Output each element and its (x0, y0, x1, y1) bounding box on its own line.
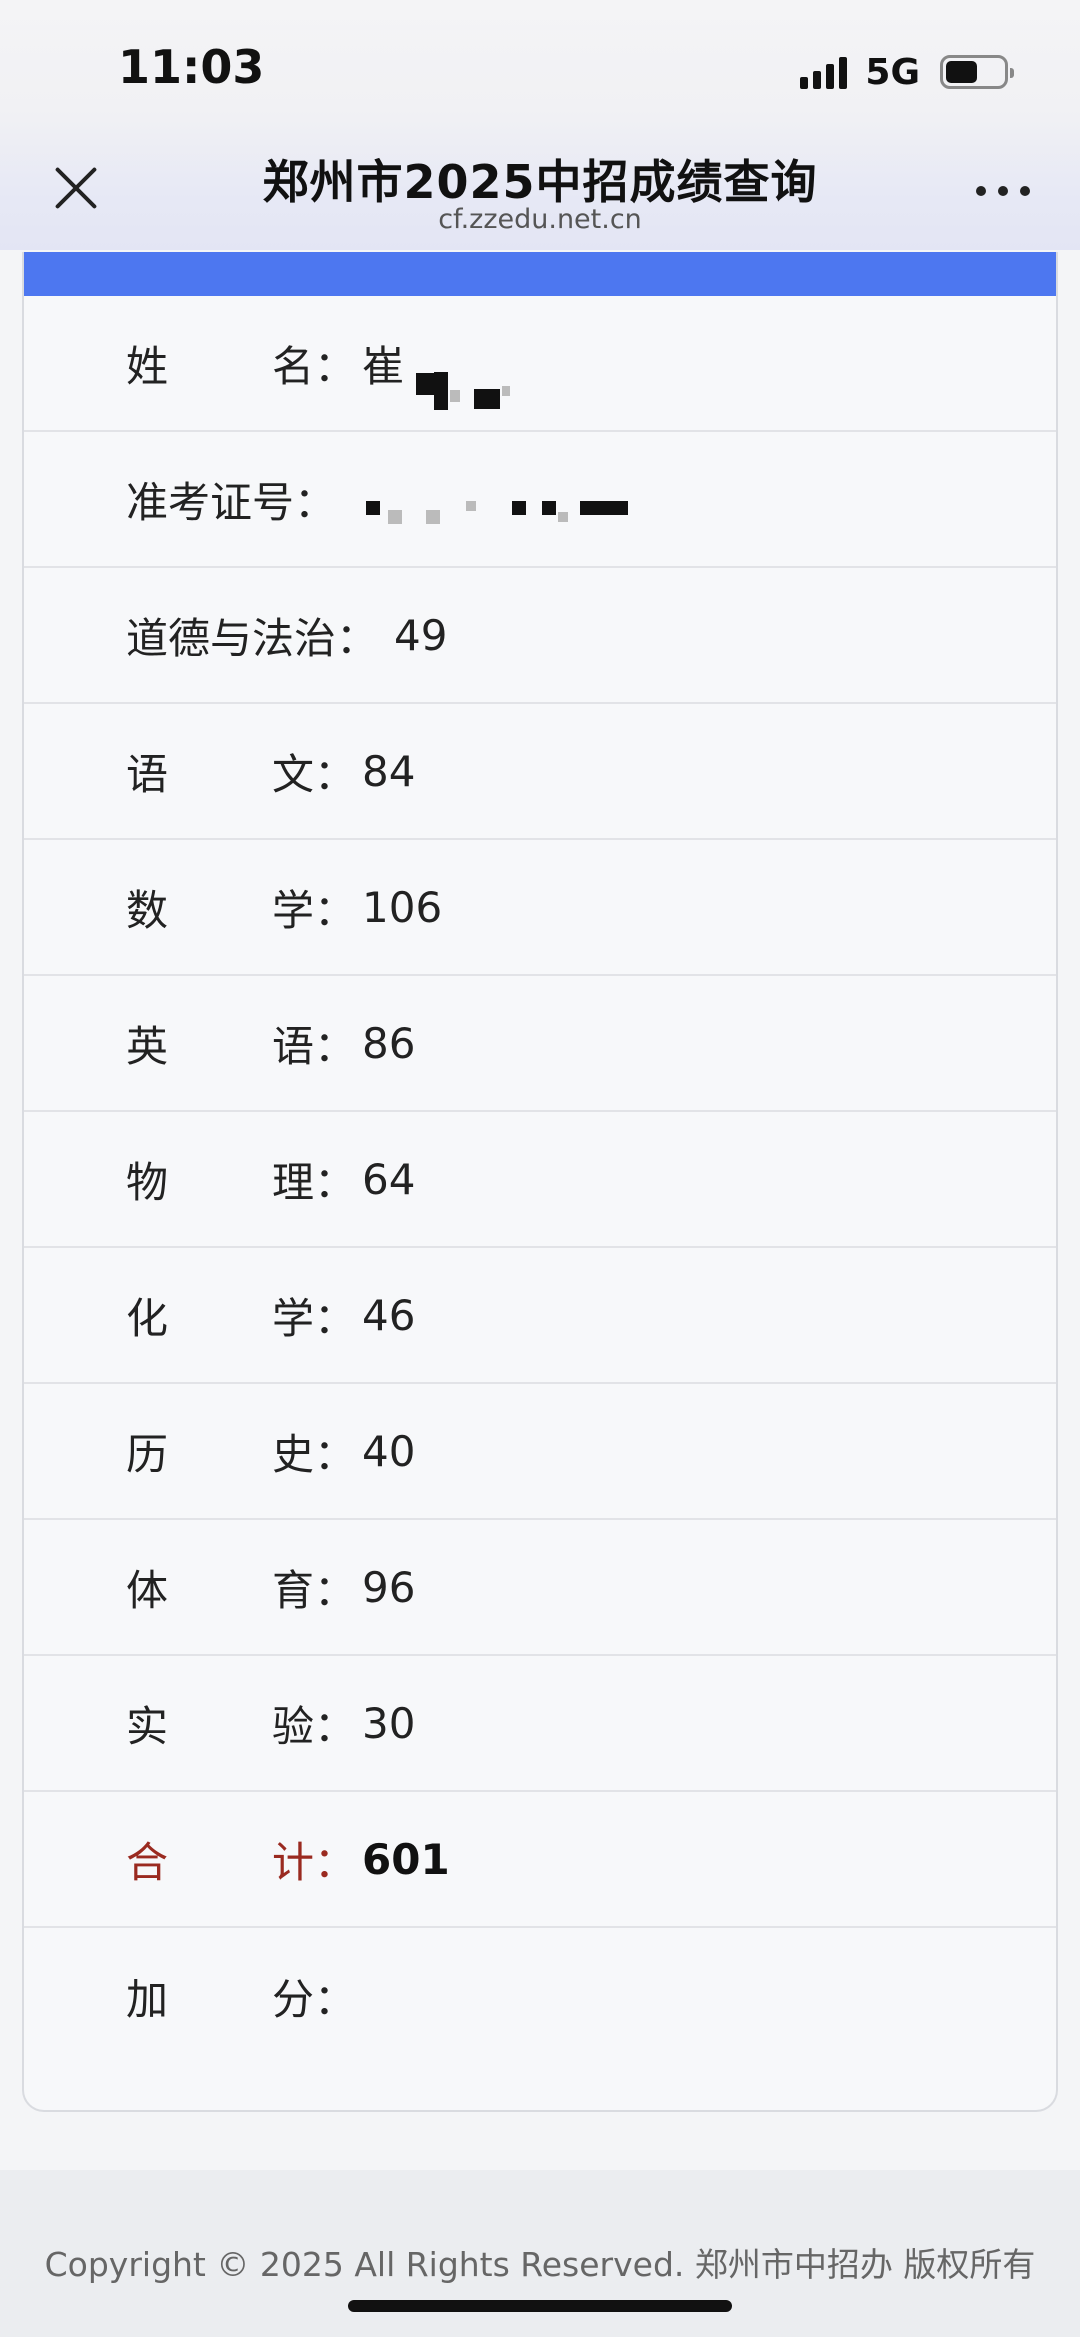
redaction-mosaic (366, 492, 628, 524)
label-name: 姓名： (126, 341, 356, 391)
value-chemistry: 46 (362, 1290, 416, 1340)
value-history: 40 (362, 1426, 416, 1476)
battery-level (946, 61, 977, 83)
label-physics: 物理： (126, 1157, 356, 1207)
value-chinese: 84 (362, 746, 416, 796)
label-morality-law: 道德与法治： (126, 613, 379, 663)
label-exam-number: 准考证号： (126, 477, 337, 527)
browser-header: 11:03 5G 郑州市2025中招成绩查询 cf.zzedu.net.cn (0, 0, 1080, 250)
label-history: 历史： (126, 1429, 356, 1479)
value-total: 601 (362, 1834, 450, 1884)
value-math: 106 (362, 882, 443, 932)
redaction-mosaic (416, 358, 510, 410)
label-chinese: 语文： (126, 749, 356, 799)
more-options-icon[interactable] (964, 186, 1030, 196)
row-history: 历史： 40 (24, 1384, 1056, 1520)
label-chemistry: 化学： (126, 1293, 356, 1343)
home-indicator[interactable] (348, 2300, 732, 2312)
value-name: 崔 (362, 341, 405, 391)
status-time: 11:03 (118, 40, 265, 94)
network-type: 5G (865, 51, 920, 93)
label-experiment: 实验： (126, 1701, 356, 1751)
value-physics: 64 (362, 1154, 416, 1204)
value-english: 86 (362, 1018, 416, 1068)
value-pe: 96 (362, 1562, 416, 1612)
row-experiment: 实验： 30 (24, 1656, 1056, 1792)
status-icons: 5G (800, 50, 1014, 94)
row-pe: 体育： 96 (24, 1520, 1056, 1656)
row-morality-law: 道德与法治： 49 (24, 568, 1056, 704)
row-physics: 物理： 64 (24, 1112, 1056, 1248)
row-total: 合计： 601 (24, 1792, 1056, 1928)
copyright-text: Copyright © 2025 All Rights Reserved. 郑州… (44, 2245, 1036, 2284)
row-chinese: 语文： 84 (24, 704, 1056, 840)
label-math: 数学： (126, 885, 356, 935)
row-exam-number: 准考证号： (24, 432, 1056, 568)
signal-icon (800, 55, 848, 89)
row-english: 英语： 86 (24, 976, 1056, 1112)
value-morality-law: 49 (394, 610, 448, 660)
card-accent-bar (24, 252, 1056, 296)
row-chemistry: 化学： 46 (24, 1248, 1056, 1384)
score-card: 姓名： 崔 准考证号： 道德与法治： 49 语文： 84 数 学： 106 英 … (22, 252, 1058, 2112)
label-bonus: 加分： (126, 1974, 356, 2024)
row-name: 姓名： 崔 (24, 296, 1056, 432)
row-math: 数学： 106 (24, 840, 1056, 976)
label-total: 合计： (126, 1837, 356, 1887)
battery-icon (940, 55, 1014, 89)
label-pe: 体育： (126, 1565, 356, 1615)
page-url: cf.zzedu.net.cn (438, 204, 642, 235)
row-bonus: 加分： (24, 1928, 1056, 2064)
value-experiment: 30 (362, 1698, 416, 1748)
page-title: 郑州市2025中招成绩查询 (262, 155, 818, 209)
label-english: 英语： (126, 1021, 356, 1071)
